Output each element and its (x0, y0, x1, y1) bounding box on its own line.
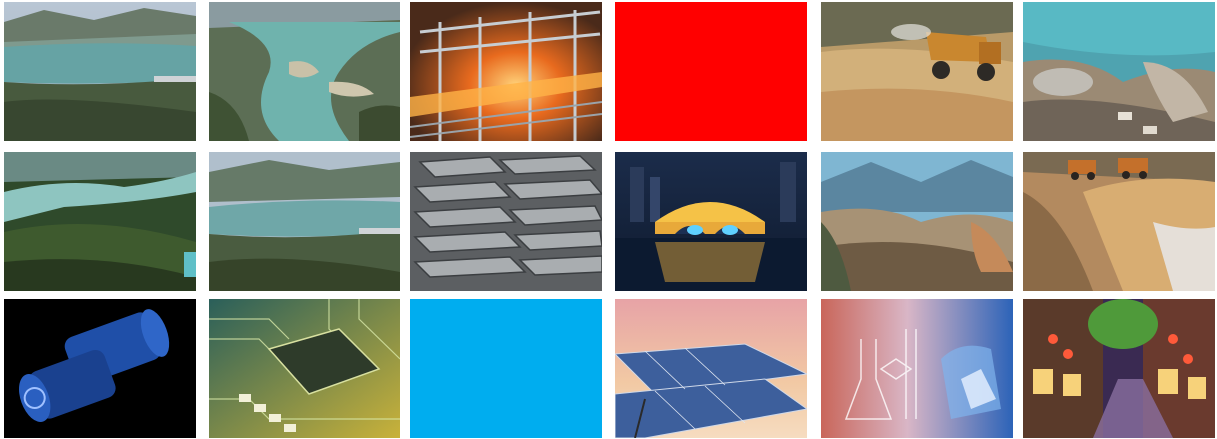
color-block-red[interactable] (615, 2, 807, 141)
photo-laboratory-glassware[interactable] (821, 299, 1013, 438)
photo-river-valley-dam-2[interactable] (209, 152, 400, 291)
photo-river-forest-aerial[interactable] (4, 152, 196, 291)
photo-mountain-mine-valley[interactable] (821, 152, 1013, 291)
photo-quarry-trucks[interactable] (1023, 152, 1215, 291)
photo-blue-metal-cylinders[interactable] (4, 299, 196, 438)
photo-circuit-board-chip[interactable] (209, 299, 400, 438)
photo-steel-mill-hot-strip[interactable] (410, 2, 602, 141)
color-block-blue[interactable] (410, 299, 602, 438)
photo-metal-ingot-stack[interactable] (410, 152, 602, 291)
photo-open-pit-mine-smoke[interactable] (1023, 2, 1215, 141)
photo-river-valley-dam[interactable] (4, 2, 196, 141)
photo-river-islands-aerial[interactable] (209, 2, 400, 141)
photo-solar-panels-sunset[interactable] (615, 299, 807, 438)
photo-mining-dump-truck[interactable] (821, 2, 1013, 141)
photo-night-bridge-lights[interactable] (615, 152, 807, 291)
photo-night-street-lanterns[interactable] (1023, 299, 1215, 438)
image-gallery-grid (0, 0, 1217, 439)
